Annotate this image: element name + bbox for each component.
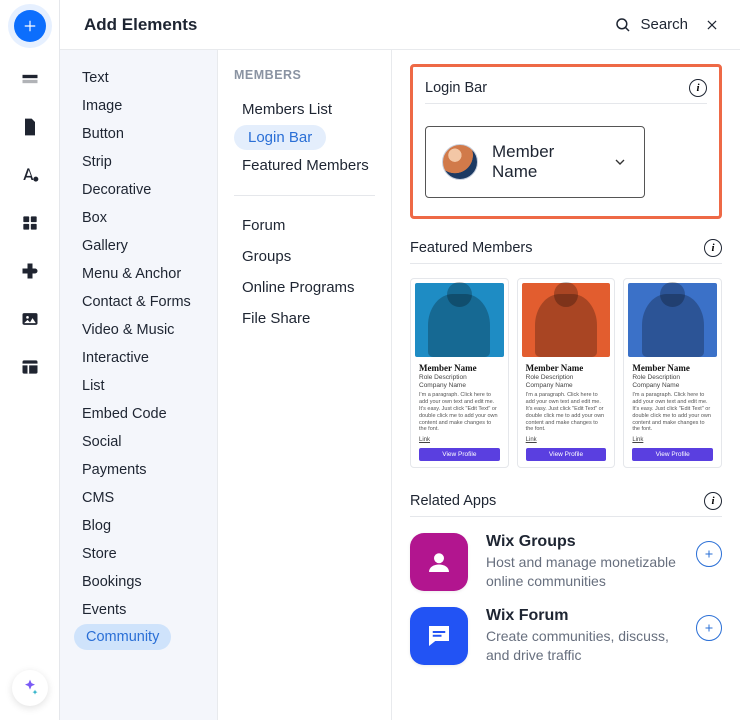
category-item[interactable]: List	[60, 372, 217, 400]
add-app-button[interactable]	[696, 541, 722, 567]
category-item[interactable]: Decorative	[60, 176, 217, 204]
app-title: Wix Forum	[486, 607, 678, 625]
add-elements-panel: Add Elements Search Text Image Button St…	[60, 0, 740, 720]
featured-member-card[interactable]: Member Name Role Description Company Nam…	[517, 278, 616, 468]
related-app-row: Wix Forum Create communities, discuss, a…	[410, 607, 722, 665]
app-desc: Create communities, discuss, and drive t…	[486, 627, 678, 665]
search-button[interactable]: Search	[614, 16, 688, 34]
member-photo	[522, 283, 611, 357]
category-item[interactable]: Interactive	[60, 344, 217, 372]
plugin-icon[interactable]	[19, 260, 41, 282]
login-bar-label: Member Name	[492, 142, 598, 182]
category-item[interactable]: Events	[60, 596, 217, 624]
category-item[interactable]: Box	[60, 204, 217, 232]
login-bar-widget[interactable]: Member Name	[425, 126, 645, 198]
category-item[interactable]: Text	[60, 64, 217, 92]
section-title: Featured Members	[410, 240, 533, 256]
layout-icon[interactable]	[19, 356, 41, 378]
close-icon	[705, 18, 719, 32]
section-title: Login Bar	[425, 80, 487, 96]
subcategory-item[interactable]: Forum	[234, 210, 375, 241]
chevron-down-icon	[612, 154, 628, 170]
close-button[interactable]	[702, 15, 722, 35]
app-title: Wix Groups	[486, 533, 678, 551]
media-icon[interactable]	[19, 308, 41, 330]
search-icon	[614, 16, 632, 34]
subcategory-item[interactable]: Online Programs	[234, 272, 375, 303]
related-app-row: Wix Groups Host and manage monetizable o…	[410, 533, 722, 591]
app-desc: Host and manage monetizable online commu…	[486, 553, 678, 591]
left-icon-rail	[0, 0, 60, 720]
search-label: Search	[640, 16, 688, 33]
category-item-selected[interactable]: Community	[74, 624, 171, 650]
subcategory-heading: MEMBERS	[234, 68, 375, 82]
add-elements-button[interactable]	[14, 10, 46, 42]
section-title: Related Apps	[410, 493, 496, 509]
text-style-icon[interactable]	[19, 164, 41, 186]
category-item[interactable]: Image	[60, 92, 217, 120]
featured-members-section: Featured Members i Member Name Role Desc…	[410, 235, 722, 468]
info-icon[interactable]: i	[689, 79, 707, 97]
page-icon[interactable]	[19, 116, 41, 138]
subcategory-item[interactable]: Featured Members	[234, 150, 375, 181]
category-item[interactable]: Strip	[60, 148, 217, 176]
wix-forum-icon[interactable]	[410, 607, 468, 665]
category-item[interactable]: Embed Code	[60, 400, 217, 428]
category-item[interactable]: Payments	[60, 456, 217, 484]
subcategory-item[interactable]: File Share	[234, 303, 375, 334]
category-list[interactable]: Text Image Button Strip Decorative Box G…	[60, 50, 218, 720]
subcategory-item-selected[interactable]: Login Bar	[234, 125, 326, 150]
subcategory-list: MEMBERS Members List Login Bar Featured …	[218, 50, 392, 720]
add-app-button[interactable]	[696, 615, 722, 641]
apps-icon[interactable]	[19, 212, 41, 234]
category-item[interactable]: Blog	[60, 512, 217, 540]
related-apps-section: Related Apps i Wix Groups Host and manag…	[410, 488, 722, 665]
info-icon[interactable]: i	[704, 492, 722, 510]
panel-header: Add Elements Search	[60, 0, 740, 50]
section-icon[interactable]	[19, 68, 41, 90]
category-item[interactable]: Gallery	[60, 232, 217, 260]
category-item[interactable]: Bookings	[60, 568, 217, 596]
category-item[interactable]: Store	[60, 540, 217, 568]
featured-member-card[interactable]: Member Name Role Description Company Nam…	[410, 278, 509, 468]
info-icon[interactable]: i	[704, 239, 722, 257]
category-item[interactable]: Button	[60, 120, 217, 148]
panel-title: Add Elements	[84, 15, 197, 35]
preview-column[interactable]: Login Bar i Member Name Featured Members…	[392, 50, 740, 720]
divider	[234, 195, 375, 196]
login-bar-section-highlighted: Login Bar i Member Name	[410, 64, 722, 219]
category-item[interactable]: CMS	[60, 484, 217, 512]
featured-member-card[interactable]: Member Name Role Description Company Nam…	[623, 278, 722, 468]
avatar-icon	[442, 144, 478, 180]
wix-groups-icon[interactable]	[410, 533, 468, 591]
member-photo	[628, 283, 717, 357]
category-item[interactable]: Social	[60, 428, 217, 456]
subcategory-item[interactable]: Groups	[234, 241, 375, 272]
category-item[interactable]: Video & Music	[60, 316, 217, 344]
subcategory-item[interactable]: Members List	[234, 94, 375, 125]
category-item[interactable]: Menu & Anchor	[60, 260, 217, 288]
category-item[interactable]: Contact & Forms	[60, 288, 217, 316]
ai-assistant-button[interactable]	[12, 670, 48, 706]
member-photo	[415, 283, 504, 357]
